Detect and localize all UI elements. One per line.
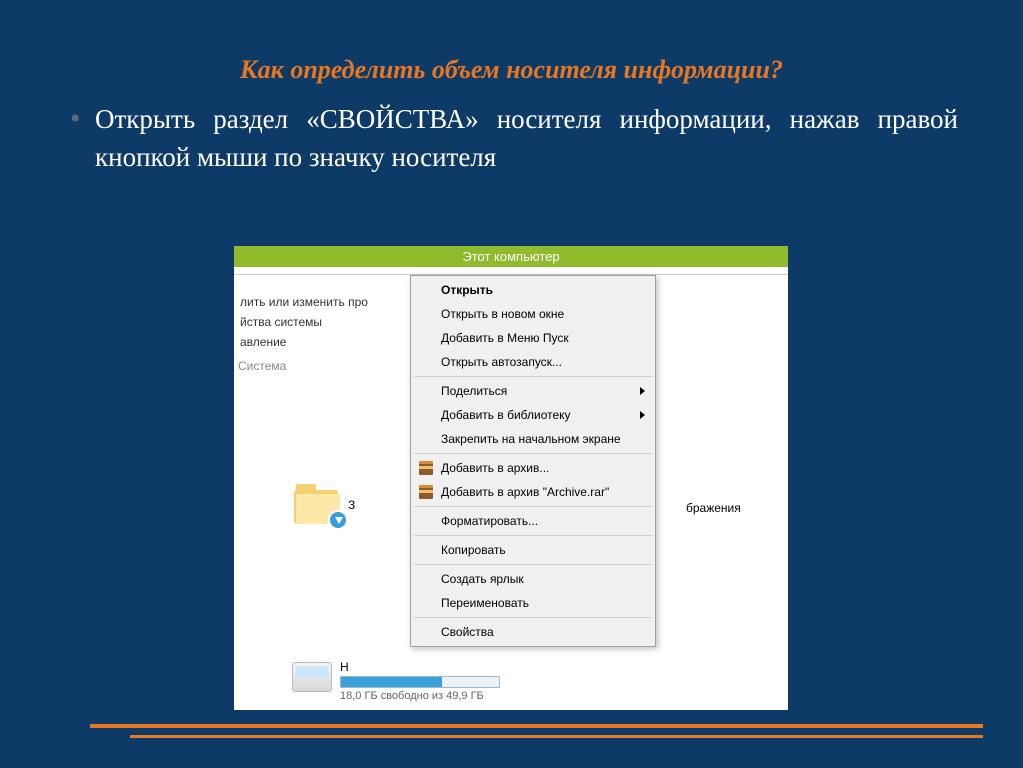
drive-usage-bar [340, 676, 500, 688]
menu-add-archive[interactable]: Добавить в архив... [413, 456, 653, 480]
menu-separator [414, 506, 652, 507]
sidebar-item[interactable]: авление [236, 332, 410, 352]
download-arrow-icon [328, 510, 348, 530]
menu-open-new-window[interactable]: Открыть в новом окне [413, 302, 653, 326]
menu-add-start[interactable]: Добавить в Меню Пуск [413, 326, 653, 350]
folder-label-fragment: З [348, 498, 355, 512]
drive-name: Н [340, 660, 512, 676]
menu-share[interactable]: Поделиться [413, 379, 653, 403]
menu-copy[interactable]: Копировать [413, 538, 653, 562]
menu-add-archive-rar[interactable]: Добавить в архив "Archive.rar" [413, 480, 653, 504]
winrar-icon [419, 461, 433, 475]
menu-create-shortcut[interactable]: Создать ярлык [413, 567, 653, 591]
drive-item[interactable]: Н 18,0 ГБ свободно из 49,9 ГБ [292, 660, 512, 702]
winrar-icon [419, 485, 433, 499]
footer-accent-line [90, 724, 983, 728]
menu-open[interactable]: Открыть [413, 278, 653, 302]
sidebar-item[interactable]: лить или изменить про [236, 292, 410, 312]
menu-add-archive-rar-label: Добавить в архив "Archive.rar" [441, 485, 609, 499]
sidebar-item[interactable]: йства системы [236, 312, 410, 332]
menu-separator [414, 617, 652, 618]
menu-properties[interactable]: Свойства [413, 620, 653, 644]
explorer-window: Этот компьютер лить или изменить про йст… [234, 246, 788, 710]
window-title-bar: Этот компьютер [234, 246, 788, 267]
menu-add-archive-label: Добавить в архив... [441, 461, 549, 475]
footer-accent-line-thin [130, 735, 983, 738]
menu-pin-start[interactable]: Закрепить на начальном экране [413, 427, 653, 451]
drive-free-text: 18,0 ГБ свободно из 49,9 ГБ [340, 688, 512, 702]
slide: Как определить объем носителя информации… [0, 0, 1023, 768]
menu-separator [414, 376, 652, 377]
menu-separator [414, 535, 652, 536]
sidebar-group: Система [236, 356, 410, 376]
menu-separator [414, 453, 652, 454]
drive-usage-fill [341, 677, 442, 687]
menu-rename[interactable]: Переименовать [413, 591, 653, 615]
folder-label-fragment-right: бражения [686, 501, 741, 515]
menu-add-library[interactable]: Добавить в библиотеку [413, 403, 653, 427]
slide-title: Как определить объем носителя информации… [0, 0, 1023, 100]
sidebar: лить или изменить про йства системы авле… [234, 288, 410, 380]
hard-drive-icon [292, 662, 332, 692]
context-menu: Открыть Открыть в новом окне Добавить в … [410, 275, 656, 647]
downloads-folder-icon[interactable] [294, 486, 342, 526]
menu-separator [414, 564, 652, 565]
window-toolbar [234, 267, 788, 275]
slide-bullet: Открыть раздел «СВОЙСТВА» носителя инфор… [0, 100, 1023, 177]
menu-format[interactable]: Форматировать... [413, 509, 653, 533]
menu-open-autorun[interactable]: Открыть автозапуск... [413, 350, 653, 374]
